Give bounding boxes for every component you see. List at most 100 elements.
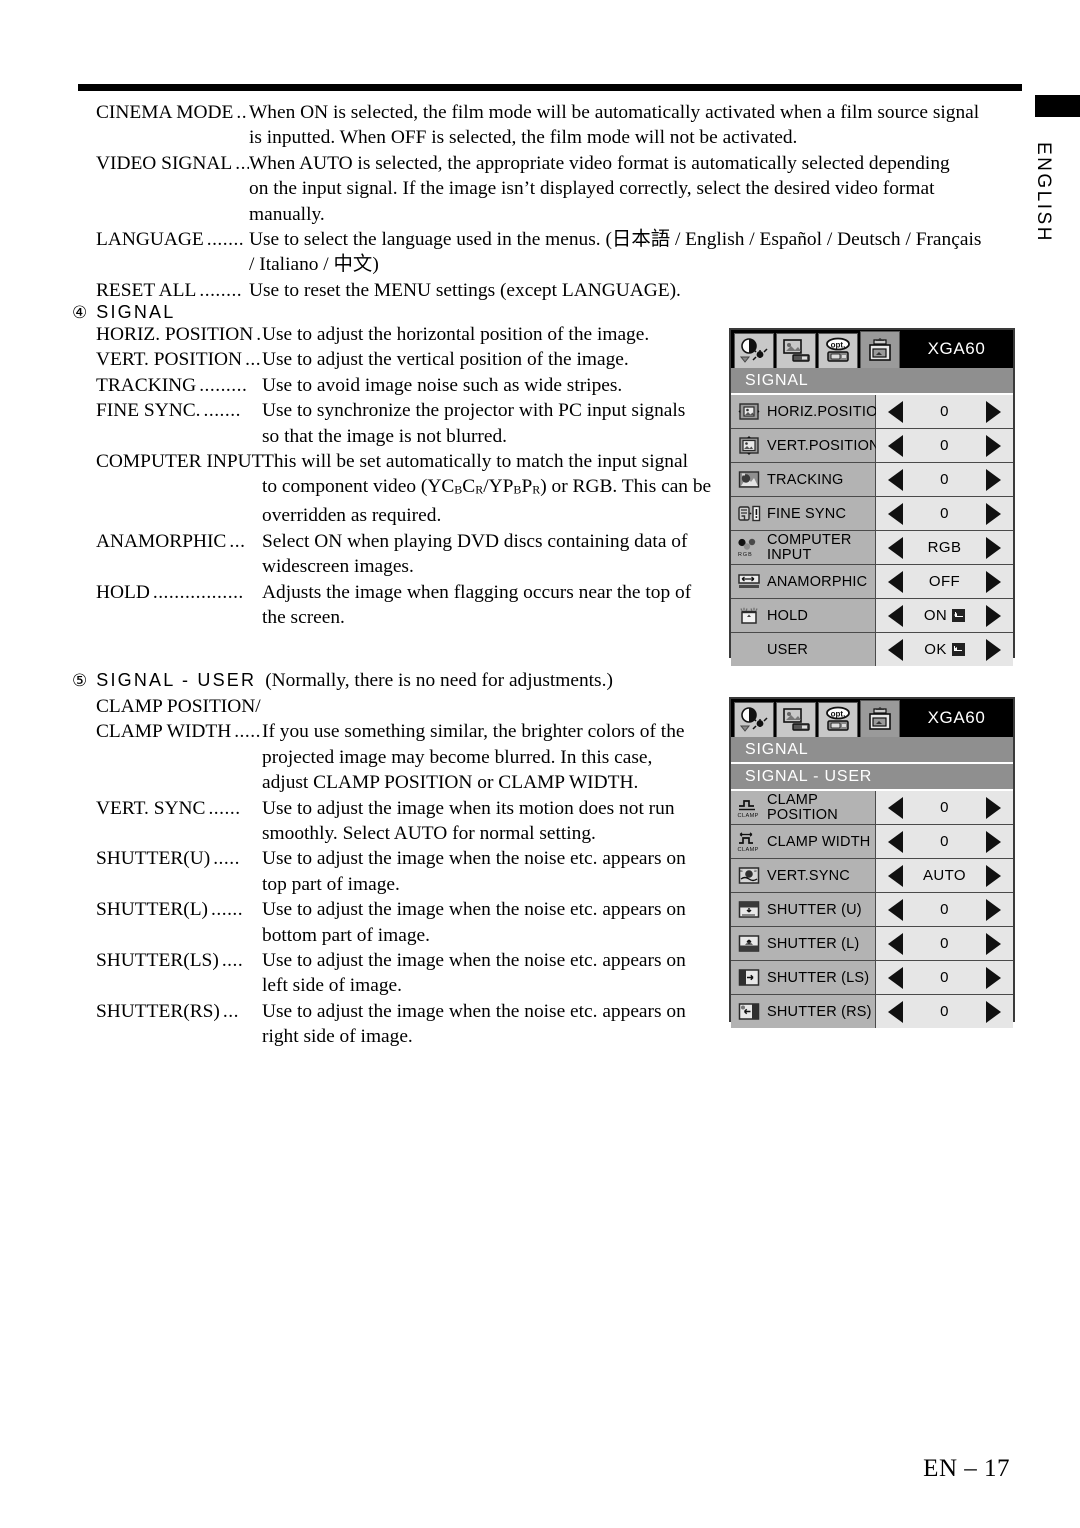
osd-row-value-cell: 0 [876, 961, 1013, 994]
osd-row-value-cell: 0 [876, 825, 1013, 858]
decrease-arrow-icon[interactable] [888, 796, 903, 819]
osd-row-list: CLAMP CLAMP POSITION 0 CLAMP CLAMP WIDTH 0 «» VE… [731, 791, 1013, 1028]
osd-row[interactable]: FINE SYNC 0 [731, 497, 1013, 531]
decrease-arrow-icon[interactable] [888, 864, 903, 887]
tracking-icon [737, 469, 761, 491]
decrease-arrow-icon[interactable] [888, 468, 903, 491]
increase-arrow-icon[interactable] [986, 966, 1001, 989]
increase-arrow-icon[interactable] [986, 932, 1001, 955]
osd-tabs[interactable]: opt. [731, 330, 900, 368]
decrease-arrow-icon[interactable] [888, 434, 903, 457]
definition-term: VERT. POSITION ..... [96, 349, 262, 371]
osd-row-value-text: ON [923, 607, 948, 624]
osd-row-value-cell: 0 [876, 791, 1013, 824]
osd-row-value-cell: RGB [876, 531, 1013, 564]
definition-term: VIDEO SIGNAL ... [96, 152, 249, 174]
osd-row[interactable]: RGB COMPUTER INPUT RGB [731, 531, 1013, 565]
osd-row-value-text: 0 [940, 935, 949, 952]
osd-row-value-text: OK [924, 641, 947, 658]
increase-arrow-icon[interactable] [986, 830, 1001, 853]
decrease-arrow-icon[interactable] [888, 570, 903, 593]
osd-tab-opt[interactable]: opt. [818, 702, 858, 737]
decrease-arrow-icon[interactable] [888, 604, 903, 627]
osd-tab-image[interactable] [734, 333, 774, 368]
osd-row[interactable]: SHUTTER (LS) 0 [731, 961, 1013, 995]
signal-user-section-heading: ⑤ SIGNAL - USER (Normally, there is no nee… [72, 668, 732, 693]
osd-row-label: COMPUTER INPUT [767, 533, 852, 562]
osd-tab-image[interactable] [734, 702, 774, 737]
increase-arrow-icon[interactable] [986, 864, 1001, 887]
osd-row[interactable]: ANAMORPHIC OFF [731, 565, 1013, 599]
osd-row-label-cell: SHUTTER (LS) [731, 961, 876, 994]
osd-row[interactable]: CLAMP CLAMP WIDTH 0 [731, 825, 1013, 859]
increase-arrow-icon[interactable] [986, 536, 1001, 559]
increase-arrow-icon[interactable] [986, 468, 1001, 491]
osd-tab-signal[interactable] [860, 700, 900, 737]
osd-tab-video[interactable] [776, 333, 816, 368]
osd-row-label: USER [767, 641, 809, 658]
increase-arrow-icon[interactable] [986, 796, 1001, 819]
osd-row[interactable]: SHUTTER (U) 0 [731, 893, 1013, 927]
language-tab-marker [1035, 95, 1080, 117]
osd-signal-user-panel[interactable]: opt. XGA60 SIGNAL SIGNAL - USER CLAMP CLA… [729, 697, 1015, 1028]
increase-arrow-icon[interactable] [986, 400, 1001, 423]
decrease-arrow-icon[interactable] [888, 1000, 903, 1023]
osd-signal-panel[interactable]: opt. XGA60 SIGNAL HORIZ.POSITION 0 VERT.PO… [729, 328, 1015, 666]
definition-description: Adjusts the image when flagging occurs n… [262, 581, 692, 628]
osd-row-value-cell: 0 [876, 927, 1013, 960]
anamorphic-icon [737, 571, 761, 593]
osd-row[interactable]: USER OK [731, 633, 1013, 666]
osd-row-value-text: AUTO [923, 867, 966, 884]
osd-row[interactable]: HOLD ON [731, 599, 1013, 633]
osd-row[interactable]: TRACKING 0 [731, 463, 1013, 497]
decrease-arrow-icon[interactable] [888, 932, 903, 955]
osd-tabs[interactable]: opt. [731, 699, 900, 737]
definition-description: Use to adjust the image when the noise e… [262, 1000, 686, 1048]
increase-arrow-icon[interactable] [986, 604, 1001, 627]
definition-description: When AUTO is selected, the appropriate v… [249, 152, 950, 225]
page-body: ENGLISH CINEMA MODE .. When ON is selecte… [0, 0, 1080, 1528]
osd-row[interactable]: CLAMP CLAMP POSITION 0 [731, 791, 1013, 825]
osd-menu-title: SIGNAL [731, 368, 1013, 395]
opt-tab-icon: opt. [826, 337, 850, 362]
increase-arrow-icon[interactable] [986, 502, 1001, 525]
osd-tab-video[interactable] [776, 702, 816, 737]
osd-row-label-cell: SHUTTER (RS) [731, 995, 876, 1028]
enter-key-icon [951, 643, 965, 656]
decrease-arrow-icon[interactable] [888, 502, 903, 525]
decrease-arrow-icon[interactable] [888, 898, 903, 921]
increase-arrow-icon[interactable] [986, 434, 1001, 457]
decrease-arrow-icon[interactable] [888, 638, 903, 661]
definition-entry: TRACKING ......... Use to avoid image noi… [96, 373, 736, 398]
osd-tab-signal[interactable] [860, 331, 900, 368]
osd-row[interactable]: VERT.POSITION 0 [731, 429, 1013, 463]
decrease-arrow-icon[interactable] [888, 830, 903, 853]
osd-row[interactable]: HORIZ.POSITION 0 [731, 395, 1013, 429]
clamp-position-icon: CLAMP [737, 797, 761, 819]
shutter-rs-icon [737, 1001, 761, 1023]
osd-row-value: 0 [903, 437, 986, 454]
osd-menu-subtitle: SIGNAL - USER [731, 764, 1013, 791]
osd-row-value-text: 0 [940, 901, 949, 918]
osd-row-value-cell: OFF [876, 565, 1013, 598]
osd-row[interactable]: «» VERT.SYNC AUTO [731, 859, 1013, 893]
decrease-arrow-icon[interactable] [888, 966, 903, 989]
decrease-arrow-icon[interactable] [888, 536, 903, 559]
increase-arrow-icon[interactable] [986, 638, 1001, 661]
osd-row-value: AUTO [903, 867, 986, 884]
definition-term: CLAMP WIDTH ......... [96, 721, 262, 743]
osd-row-value-text: 0 [940, 1003, 949, 1020]
osd-tab-opt[interactable]: opt. [818, 333, 858, 368]
decrease-arrow-icon[interactable] [888, 400, 903, 423]
definition-entry: SHUTTER(RS) ... Use to adjust the image w… [96, 999, 736, 1050]
header-rule [78, 84, 1022, 91]
increase-arrow-icon[interactable] [986, 898, 1001, 921]
increase-arrow-icon[interactable] [986, 1000, 1001, 1023]
osd-row[interactable]: SHUTTER (L) 0 [731, 927, 1013, 961]
horiz-position-icon [737, 401, 761, 423]
increase-arrow-icon[interactable] [986, 570, 1001, 593]
osd-row-label: HOLD [767, 607, 809, 624]
osd-tab-bar: opt. XGA60 [731, 699, 1013, 737]
osd-row-value-cell: 0 [876, 497, 1013, 530]
osd-row[interactable]: SHUTTER (RS) 0 [731, 995, 1013, 1028]
